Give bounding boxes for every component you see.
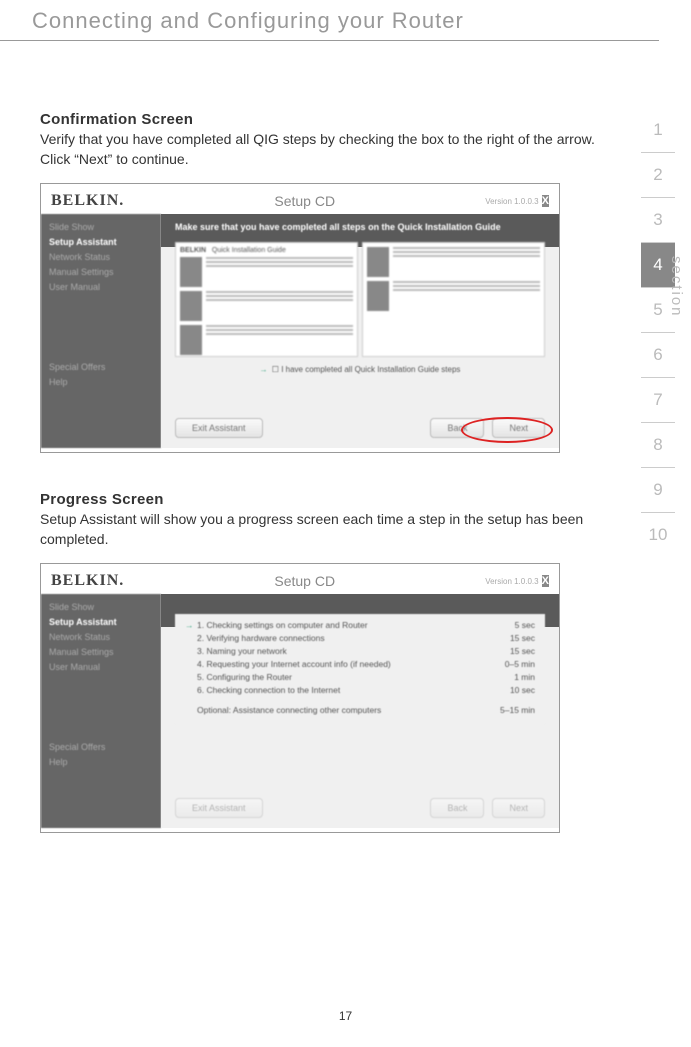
section-nav-item-6[interactable]: 6 — [641, 333, 675, 378]
progress-step-5: 5. Configuring the Router 1 min — [185, 672, 535, 682]
exit-assistant-button[interactable]: Exit Assistant — [175, 418, 263, 438]
back-button[interactable]: Back — [430, 418, 484, 438]
section-nav-item-8[interactable]: 8 — [641, 423, 675, 468]
page-number: 17 — [0, 1009, 691, 1023]
section-nav-item-9[interactable]: 9 — [641, 468, 675, 513]
version-text: Version 1.0.0.3 — [485, 197, 538, 206]
sidebar-item[interactable]: Network Status — [49, 632, 153, 642]
confirm-checkbox-row[interactable]: → ☐ I have completed all Quick Installat… — [175, 365, 545, 374]
progress-step-4: 4. Requesting your Internet account info… — [185, 659, 535, 669]
sidebar-item[interactable]: Manual Settings — [49, 647, 153, 657]
sidebar-item-setup-assistant[interactable]: Setup Assistant — [49, 237, 153, 247]
section-nav-item-1[interactable]: 1 — [641, 108, 675, 153]
instruction-text: Make sure that you have completed all st… — [175, 222, 545, 232]
progress-step-1: → 1. Checking settings on computer and R… — [185, 620, 535, 630]
sidebar-item-setup-assistant[interactable]: Setup Assistant — [49, 617, 153, 627]
confirm-checkbox-label: I have completed all Quick Installation … — [281, 365, 460, 374]
arrow-icon: → — [260, 365, 268, 374]
checkbox-icon[interactable]: ☐ — [272, 365, 279, 374]
section-label: section — [668, 256, 685, 318]
sidebar-item[interactable]: Slide Show — [49, 222, 153, 232]
exit-assistant-button: Exit Assistant — [175, 798, 263, 818]
progress-step-optional: Optional: Assistance connecting other co… — [185, 705, 535, 715]
close-icon[interactable]: X — [542, 195, 549, 207]
sidebar-item[interactable]: Help — [49, 757, 153, 767]
sidebar-item[interactable]: User Manual — [49, 662, 153, 672]
section-nav-item-3[interactable]: 3 — [641, 198, 675, 243]
version-text: Version 1.0.0.3 — [485, 577, 538, 586]
close-icon[interactable]: X — [542, 575, 549, 587]
belkin-logo: BELKIN. — [51, 192, 124, 210]
sidebar-item[interactable]: Manual Settings — [49, 267, 153, 277]
sidebar-item[interactable]: Slide Show — [49, 602, 153, 612]
setup-sidebar: Slide Show Setup Assistant Network Statu… — [41, 214, 161, 448]
setup-sidebar: Slide Show Setup Assistant Network Statu… — [41, 594, 161, 828]
back-button: Back — [430, 798, 484, 818]
section-nav-item-2[interactable]: 2 — [641, 153, 675, 198]
sidebar-item[interactable]: Special Offers — [49, 362, 153, 372]
confirmation-body: Verify that you have completed all QIG s… — [40, 130, 613, 169]
progress-screenshot: BELKIN. Setup CD Version 1.0.0.3 X Slide… — [40, 563, 560, 833]
progress-body: Setup Assistant will show you a progress… — [40, 510, 613, 549]
qig-guide-preview: BELKIN Quick Installation Guide — [175, 242, 545, 357]
section-nav-item-7[interactable]: 7 — [641, 378, 675, 423]
sidebar-item[interactable]: Help — [49, 377, 153, 387]
sidebar-item[interactable]: Special Offers — [49, 742, 153, 752]
sidebar-item[interactable]: Network Status — [49, 252, 153, 262]
page-content: Confirmation Screen Verify that you have… — [0, 41, 691, 833]
confirmation-heading: Confirmation Screen — [40, 111, 613, 128]
progress-heading: Progress Screen — [40, 491, 613, 508]
setup-cd-title: Setup CD — [274, 573, 335, 589]
next-button: Next — [492, 798, 545, 818]
next-button[interactable]: Next — [492, 418, 545, 438]
progress-step-list: → 1. Checking settings on computer and R… — [175, 614, 545, 724]
section-nav: 1 2 3 4 5 6 7 8 9 10 — [641, 108, 675, 557]
page-title: Connecting and Configuring your Router — [0, 0, 691, 40]
arrow-icon: → — [185, 620, 197, 630]
progress-step-6: 6. Checking connection to the Internet 1… — [185, 685, 535, 695]
sidebar-item[interactable]: User Manual — [49, 282, 153, 292]
confirmation-screenshot: BELKIN. Setup CD Version 1.0.0.3 X Slide… — [40, 183, 560, 453]
progress-step-2: 2. Verifying hardware connections 15 sec — [185, 633, 535, 643]
progress-step-3: 3. Naming your network 15 sec — [185, 646, 535, 656]
section-nav-item-10[interactable]: 10 — [641, 513, 675, 557]
belkin-logo: BELKIN. — [51, 572, 124, 590]
setup-cd-title: Setup CD — [274, 193, 335, 209]
